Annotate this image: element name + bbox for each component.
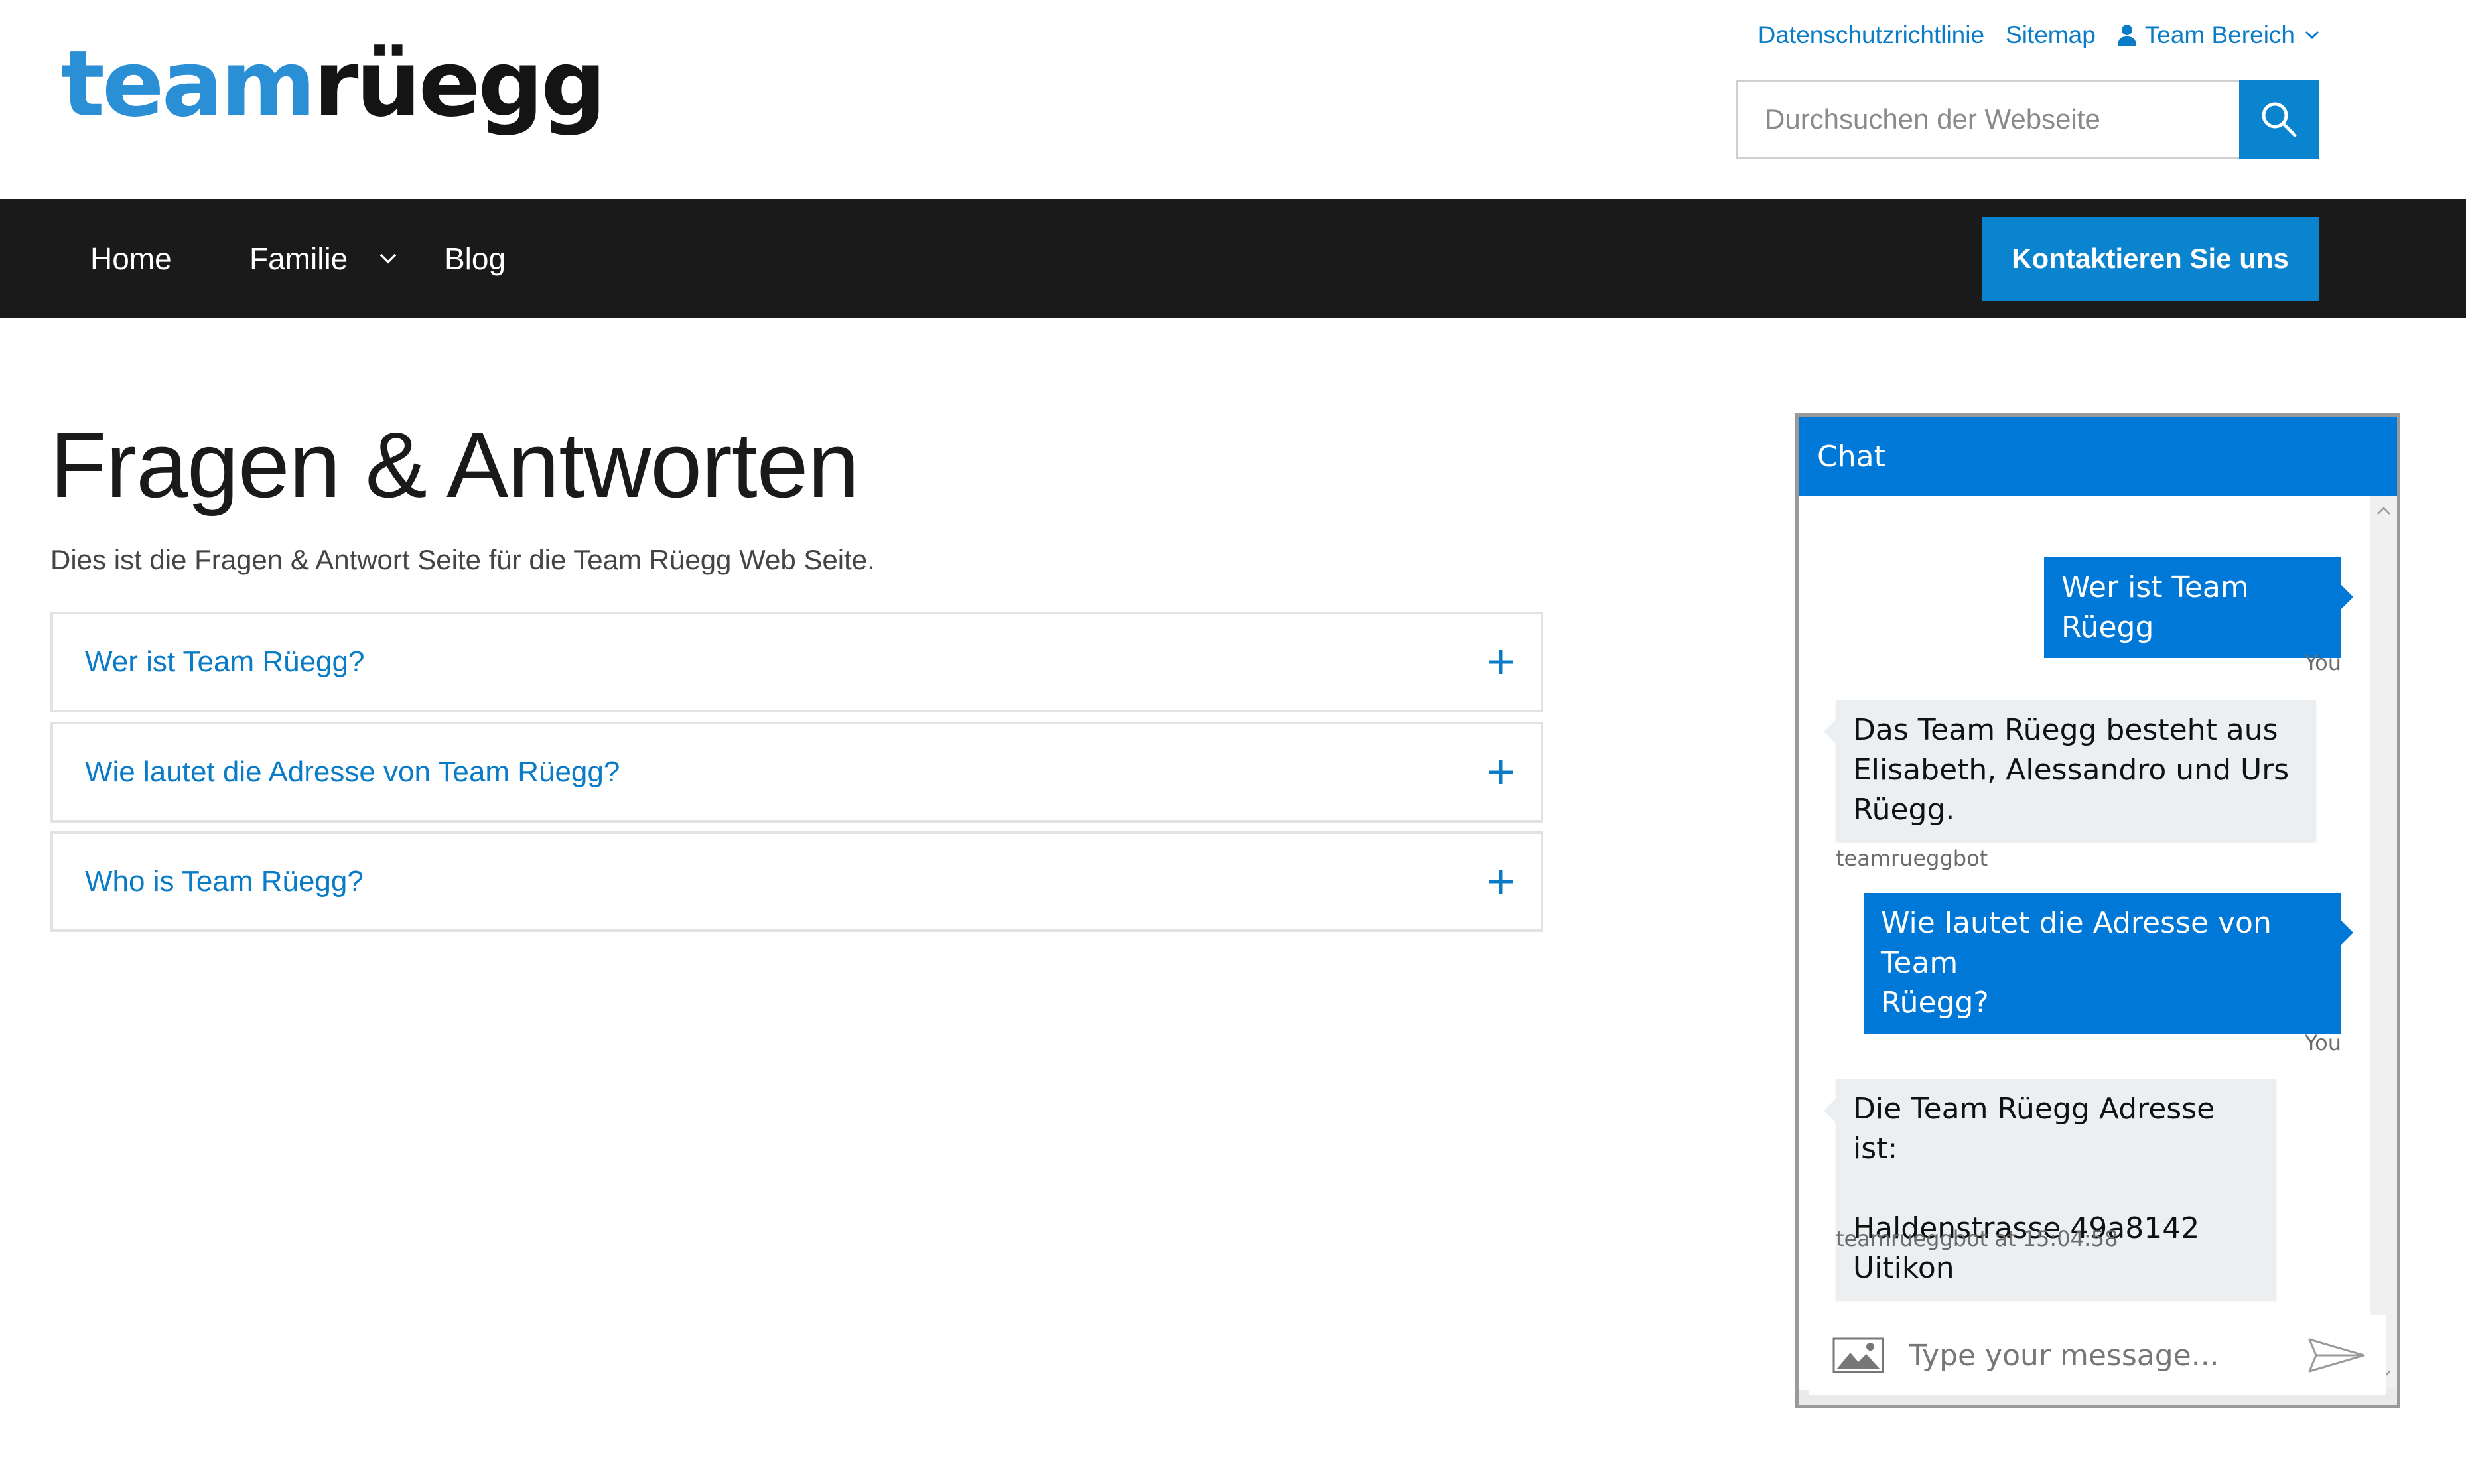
logo-part-team: team: [61, 31, 316, 137]
image-upload-icon[interactable]: [1832, 1337, 1885, 1374]
chevron-down-icon: [2305, 31, 2319, 40]
send-icon[interactable]: [2307, 1337, 2366, 1374]
chat-header: Chat: [1799, 417, 2397, 496]
user-message: Wer ist Team Rüegg: [2044, 557, 2353, 658]
chevron-up-icon[interactable]: [2376, 506, 2392, 516]
chat-title: Chat: [1817, 439, 1885, 474]
contact-button[interactable]: Kontaktieren Sie uns: [1982, 217, 2319, 301]
team-area-label: Team Bereich: [2144, 21, 2295, 48]
logo-part-ruegg: rüegg: [313, 31, 606, 137]
plus-icon: [1489, 870, 1513, 894]
faq-question: Wer ist Team Rüegg?: [85, 645, 365, 678]
message-line: Die Team Rüegg Adresse ist:: [1853, 1092, 2215, 1166]
nav-item-label: Home: [90, 241, 172, 276]
site-search: [1736, 80, 2319, 159]
message-meta: teamrueggbot at 15:04:58: [1836, 1226, 2118, 1251]
chat-scrollbar[interactable]: [2370, 496, 2397, 1389]
site-logo[interactable]: teamrüegg: [61, 38, 606, 130]
nav-item-label: Blog: [445, 241, 506, 276]
faq-item[interactable]: Wie lautet die Adresse von Team Rüegg?: [50, 722, 1543, 823]
message-text: Wer ist Team Rüegg: [2061, 571, 2249, 644]
plus-icon: [1489, 760, 1513, 784]
faq-question: Wie lautet die Adresse von Team Rüegg?: [85, 756, 620, 788]
faq-item[interactable]: Who is Team Rüegg?: [50, 831, 1543, 932]
site-header: teamrüegg Datenschutzrichtlinie Sitemap …: [0, 0, 2466, 199]
message-line: Rüegg?: [1881, 986, 1989, 1020]
nav-item-home[interactable]: Home: [90, 199, 172, 318]
plus-icon: [1489, 650, 1513, 674]
bubble-tail: [2341, 585, 2353, 609]
top-links: Datenschutzrichtlinie Sitemap Team Berei…: [1737, 21, 2320, 49]
search-button[interactable]: [2239, 80, 2319, 159]
main-nav: Home Familie Blog Kontaktieren Sie uns: [0, 199, 2466, 318]
bot-message: Das Team Rüegg besteht aus Elisabeth, Al…: [1824, 700, 2316, 841]
user-icon: [2117, 25, 2136, 46]
message-line: Das Team Rüegg besteht aus: [1853, 713, 2278, 747]
message-line: Rüegg.: [1853, 793, 1955, 827]
faq-item[interactable]: Wer ist Team Rüegg?: [50, 612, 1543, 712]
page-description: Dies ist die Fragen & Antwort Seite für …: [50, 544, 875, 575]
bubble-tail: [2341, 921, 2353, 945]
sitemap-link[interactable]: Sitemap: [2006, 21, 2096, 49]
nav-item-familie[interactable]: Familie: [249, 199, 398, 318]
privacy-link[interactable]: Datenschutzrichtlinie: [1758, 21, 1984, 49]
message-meta: You: [2304, 1030, 2341, 1055]
team-area-dropdown[interactable]: Team Bereich: [2117, 21, 2320, 49]
page-title: Fragen & Antworten: [50, 413, 859, 517]
bot-message: Die Team Rüegg Adresse ist: Haldenstrass…: [1824, 1079, 2276, 1299]
message-line: Wie lautet die Adresse von Team: [1881, 906, 2272, 980]
nav-item-label: Familie: [249, 241, 348, 276]
user-message: Wie lautet die Adresse von Team Rüegg?: [1864, 893, 2353, 1034]
bubble-tail: [1824, 1099, 1836, 1122]
chat-history[interactable]: Wer ist Team Rüegg You Das Team Rüegg be…: [1799, 496, 2370, 1390]
chat-input-bar: [1809, 1315, 2386, 1395]
nav-item-blog[interactable]: Blog: [445, 199, 506, 318]
search-icon: [2262, 102, 2297, 137]
message-line: Elisabeth, Alessandro und Urs: [1853, 753, 2290, 787]
message-meta: teamrueggbot: [1836, 846, 1988, 871]
faq-question: Who is Team Rüegg?: [85, 865, 364, 898]
chat-widget: Chat Wer ist Team Rüegg You Das Team Rüe…: [1795, 413, 2400, 1408]
bubble-tail: [1824, 720, 1836, 744]
message-meta: You: [2304, 650, 2341, 675]
search-input[interactable]: [1736, 80, 2239, 159]
chevron-down-icon: [380, 253, 397, 264]
chat-message-input[interactable]: [1885, 1322, 2307, 1388]
